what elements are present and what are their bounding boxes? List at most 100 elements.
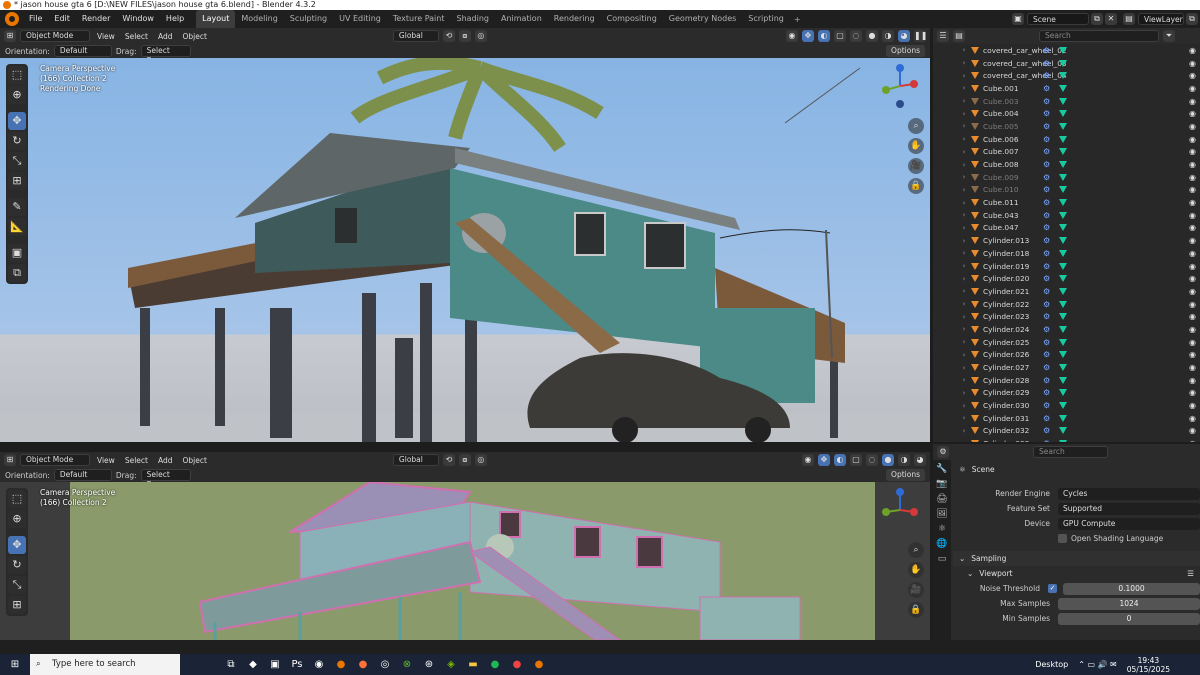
chevron-right-icon[interactable]: › bbox=[959, 275, 969, 283]
pan-hand-icon[interactable]: ✋ bbox=[908, 138, 924, 154]
osl-checkbox[interactable] bbox=[1058, 534, 1067, 543]
chevron-right-icon[interactable]: › bbox=[959, 427, 969, 435]
outliner-row[interactable]: › Cylinder.028 ⚙ ◉ bbox=[933, 374, 1200, 387]
eye-icon[interactable]: ◉ bbox=[1189, 249, 1196, 258]
select-tool-icon[interactable]: ⬚ bbox=[8, 490, 26, 508]
snap-icon[interactable]: ⧇ bbox=[458, 454, 471, 466]
outliner-row[interactable]: › Cube.005 ⚙ ◉ bbox=[933, 120, 1200, 133]
pan-hand-icon[interactable]: ✋ bbox=[908, 562, 924, 578]
transform-tool-icon[interactable]: ⊞ bbox=[8, 596, 26, 614]
zoom-icon[interactable]: ⌕ bbox=[908, 118, 924, 134]
rotate-tool-icon[interactable]: ↻ bbox=[8, 132, 26, 150]
transform-orientation-dropdown[interactable]: Global bbox=[392, 30, 439, 42]
chevron-right-icon[interactable]: › bbox=[959, 389, 969, 397]
photoshop-icon[interactable]: Ps bbox=[286, 654, 308, 675]
chevron-right-icon[interactable]: › bbox=[959, 173, 969, 181]
tab-scripting[interactable]: Scripting bbox=[742, 10, 790, 28]
outliner-row[interactable]: › Cube.043 ⚙ ◉ bbox=[933, 209, 1200, 222]
add-cube-tool-icon[interactable]: ▣ bbox=[8, 244, 26, 262]
chevron-right-icon[interactable]: › bbox=[959, 122, 969, 130]
eye-icon[interactable]: ◉ bbox=[1189, 122, 1196, 131]
proportional-edit-icon[interactable]: ◎ bbox=[474, 30, 487, 42]
system-tray-icons[interactable]: ⌃ ▭ 🔊 ✉ bbox=[1078, 660, 1117, 669]
file-explorer-icon[interactable]: ▬ bbox=[462, 654, 484, 675]
filter-icon[interactable]: ⏷ bbox=[1163, 30, 1175, 42]
eye-icon[interactable]: ◉ bbox=[1189, 312, 1196, 321]
chevron-right-icon[interactable]: › bbox=[959, 364, 969, 372]
chevron-right-icon[interactable]: › bbox=[959, 325, 969, 333]
delete-scene-icon[interactable]: ✕ bbox=[1105, 13, 1117, 25]
menu-edit[interactable]: Edit bbox=[48, 10, 76, 28]
outliner-row[interactable]: › Cylinder.019 ⚙ ◉ bbox=[933, 260, 1200, 273]
chevron-right-icon[interactable]: › bbox=[959, 97, 969, 105]
menu-view[interactable]: View bbox=[94, 32, 118, 41]
shading-material-icon[interactable]: ◑ bbox=[882, 30, 894, 42]
menu-select[interactable]: Select bbox=[122, 32, 151, 41]
add-workspace-button[interactable]: + bbox=[790, 15, 805, 24]
chevron-right-icon[interactable]: › bbox=[959, 402, 969, 410]
outliner-row[interactable]: › Cylinder.026 ⚙ ◉ bbox=[933, 349, 1200, 362]
move-tool-icon[interactable]: ✥ bbox=[8, 112, 26, 130]
scene-icon[interactable]: ▣ bbox=[1012, 13, 1024, 25]
sampling-panel-header[interactable]: ⌄ Sampling bbox=[953, 551, 1200, 566]
chevron-right-icon[interactable]: › bbox=[959, 440, 969, 442]
lock-camera-icon[interactable]: 🔒 bbox=[908, 178, 924, 194]
chevron-right-icon[interactable]: › bbox=[959, 59, 969, 67]
outliner-row[interactable]: › Cube.001 ⚙ ◉ bbox=[933, 82, 1200, 95]
xray-toggle-icon[interactable]: ▢ bbox=[834, 30, 846, 42]
outliner-row[interactable]: › Cylinder.027 ⚙ ◉ bbox=[933, 361, 1200, 374]
eye-icon[interactable]: ◉ bbox=[1189, 426, 1196, 435]
snap-icon[interactable]: ⧇ bbox=[458, 30, 471, 42]
desktop-toolbar-label[interactable]: Desktop bbox=[1035, 660, 1068, 669]
firefox-icon[interactable]: ● bbox=[352, 654, 374, 675]
outliner-row[interactable]: › Cube.047 ⚙ ◉ bbox=[933, 222, 1200, 235]
eye-icon[interactable]: ◉ bbox=[1189, 160, 1196, 169]
view-layer-tab-icon[interactable]: 🖼 bbox=[936, 509, 947, 519]
device-dropdown[interactable]: GPU Compute bbox=[1058, 517, 1200, 530]
chevron-right-icon[interactable]: › bbox=[959, 300, 969, 308]
tab-sculpting[interactable]: Sculpting bbox=[284, 10, 333, 28]
navigation-gizmo[interactable] bbox=[878, 488, 922, 532]
outliner-row[interactable]: › Cube.010 ⚙ ◉ bbox=[933, 184, 1200, 197]
outliner-row[interactable]: › covered_car_wheel_04 ⚙ ◉ bbox=[933, 69, 1200, 82]
outliner-row[interactable]: › Cylinder.023 ⚙ ◉ bbox=[933, 310, 1200, 323]
view-layer-selector[interactable]: ViewLayer bbox=[1138, 13, 1184, 25]
shading-wireframe-icon[interactable]: ◌ bbox=[850, 30, 862, 42]
tab-geometry-nodes[interactable]: Geometry Nodes bbox=[663, 10, 742, 28]
eye-icon[interactable]: ◉ bbox=[1189, 135, 1196, 144]
chevron-right-icon[interactable]: › bbox=[959, 287, 969, 295]
properties-search-input[interactable]: Search bbox=[1033, 446, 1108, 458]
chevron-right-icon[interactable]: › bbox=[959, 224, 969, 232]
eye-icon[interactable]: ◉ bbox=[1189, 109, 1196, 118]
annotate-tool-icon[interactable]: ✎ bbox=[8, 198, 26, 216]
obs-icon[interactable]: ◎ bbox=[374, 654, 396, 675]
gizmo-toggle-icon[interactable]: ✥ bbox=[802, 30, 814, 42]
pivot-icon[interactable]: ⟲ bbox=[442, 30, 455, 42]
chevron-right-icon[interactable]: › bbox=[959, 161, 969, 169]
menu-add[interactable]: Add bbox=[155, 456, 176, 465]
move-tool-icon[interactable]: ✥ bbox=[8, 536, 26, 554]
outliner-row[interactable]: › Cube.004 ⚙ ◉ bbox=[933, 107, 1200, 120]
tab-texture-paint[interactable]: Texture Paint bbox=[387, 10, 451, 28]
tab-shading[interactable]: Shading bbox=[450, 10, 495, 28]
render-engine-dropdown[interactable]: Cycles bbox=[1058, 487, 1200, 500]
clock[interactable]: 19:43 05/15/2025 bbox=[1127, 656, 1170, 674]
chevron-right-icon[interactable]: › bbox=[959, 84, 969, 92]
scene-tab-icon[interactable]: ⚛ bbox=[938, 524, 946, 534]
eye-icon[interactable]: ◉ bbox=[1189, 401, 1196, 410]
outliner-row[interactable]: › Cylinder.021 ⚙ ◉ bbox=[933, 285, 1200, 298]
collection-tab-icon[interactable]: ▭ bbox=[938, 554, 947, 564]
eye-icon[interactable]: ◉ bbox=[1189, 300, 1196, 309]
shading-solid-icon[interactable]: ● bbox=[866, 30, 878, 42]
transform-orientation-dropdown[interactable]: Global bbox=[392, 454, 439, 466]
chevron-right-icon[interactable]: › bbox=[959, 313, 969, 321]
orientation-dropdown[interactable]: Default bbox=[53, 45, 112, 57]
view-layer-icon[interactable]: ▤ bbox=[1123, 13, 1135, 25]
menu-window[interactable]: Window bbox=[116, 10, 160, 28]
eye-icon[interactable]: ◉ bbox=[1189, 274, 1196, 283]
fl-studio-icon[interactable]: ◉ bbox=[308, 654, 330, 675]
display-mode-icon[interactable]: ▤ bbox=[953, 30, 965, 42]
eye-icon[interactable]: ◉ bbox=[1189, 363, 1196, 372]
spotify-icon[interactable]: ● bbox=[484, 654, 506, 675]
app-icon[interactable]: ◆ bbox=[242, 654, 264, 675]
